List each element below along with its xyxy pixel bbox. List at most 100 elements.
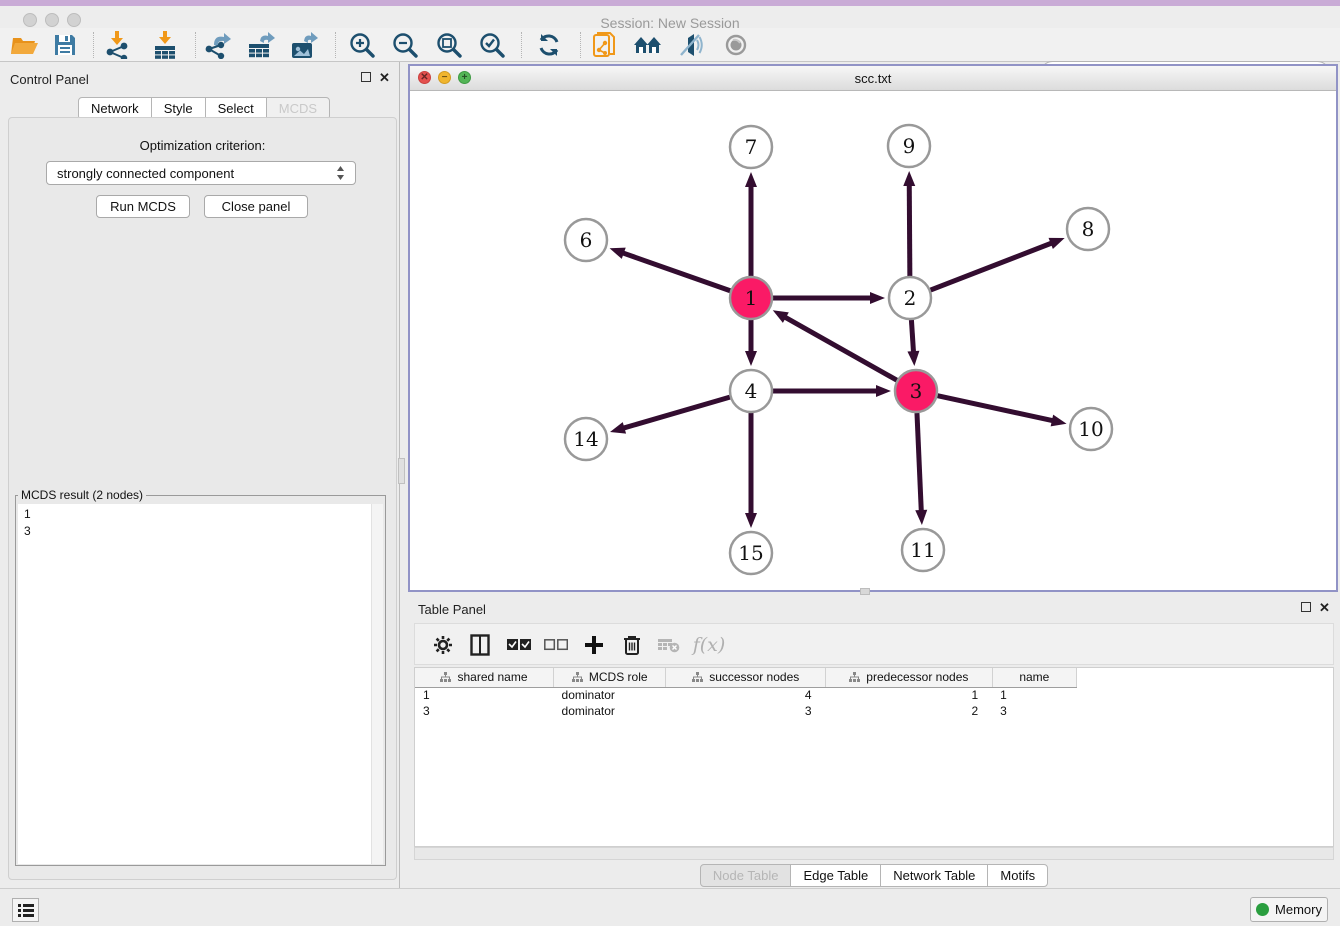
panel-splitter-handle[interactable] [398, 458, 405, 484]
table-hscrollbar[interactable] [414, 847, 1334, 860]
export-network-button[interactable] [201, 30, 235, 60]
import-table-button[interactable] [148, 30, 182, 60]
table-cell[interactable]: 3 [666, 703, 826, 719]
table-cell[interactable]: 4 [666, 687, 826, 703]
edge-2-8[interactable] [931, 242, 1055, 290]
import-network-icon [105, 31, 131, 59]
node-2[interactable]: 2 [889, 277, 931, 319]
delete-table-button[interactable] [653, 629, 685, 661]
apply-layout-button[interactable] [532, 30, 566, 60]
edge-3-11[interactable] [917, 413, 921, 514]
edge-2-9[interactable] [909, 182, 910, 276]
column-header-shared-name[interactable]: shared name [415, 668, 554, 687]
edge-arrowhead [903, 171, 915, 186]
table-cell[interactable]: 1 [826, 687, 993, 703]
node-table[interactable]: shared nameMCDS rolesuccessor nodesprede… [414, 667, 1334, 847]
export-table-button[interactable] [245, 30, 279, 60]
zoom-out-icon [392, 32, 418, 58]
node-1[interactable]: 1 [730, 277, 772, 319]
column-header-MCDS-role[interactable]: MCDS role [554, 668, 666, 687]
unselect-all-columns-icon [544, 639, 568, 651]
show-columns-button[interactable] [464, 629, 496, 661]
memory-button[interactable]: Memory [1250, 897, 1328, 922]
table-cell[interactable]: 1 [992, 687, 1076, 703]
node-8[interactable]: 8 [1067, 208, 1109, 250]
column-header-name[interactable]: name [992, 668, 1076, 687]
network-window-titlebar[interactable]: ✕ − + scc.txt [410, 66, 1336, 91]
import-network-button[interactable] [101, 30, 135, 60]
run-mcds-button[interactable]: Run MCDS [96, 195, 190, 218]
function-builder-button[interactable]: f(x) [687, 629, 731, 661]
clone-network-button[interactable] [588, 30, 622, 60]
unselect-all-columns-button[interactable] [540, 629, 572, 661]
task-list-icon [18, 903, 34, 917]
network-canvas[interactable]: 7 9 6 8 1 2 4 3 14 10 15 11 [410, 91, 1336, 590]
table-tabs: Node TableEdge TableNetwork TableMotifs [408, 864, 1340, 887]
mcds-result-list[interactable]: 1 3 [18, 504, 371, 864]
node-6[interactable]: 6 [565, 219, 607, 261]
table-cell[interactable]: dominator [554, 687, 666, 703]
edge-1-6[interactable] [620, 252, 730, 291]
table-row[interactable]: 3dominator323 [415, 703, 1077, 719]
edge-3-10[interactable] [937, 396, 1055, 422]
birdseye-button[interactable] [719, 30, 753, 60]
status-bar: Memory [0, 888, 1340, 926]
hide-details-button[interactable] [674, 30, 708, 60]
node-3[interactable]: 3 [895, 370, 937, 412]
table-options-gear-button[interactable] [427, 629, 459, 661]
add-column-button[interactable] [578, 629, 610, 661]
zoom-selected-button[interactable] [475, 30, 509, 60]
edge-3-1[interactable] [782, 316, 896, 381]
node-label: 11 [910, 538, 935, 562]
column-header-predecessor-nodes[interactable]: predecessor nodes [826, 668, 993, 687]
toolbar-separator [335, 32, 336, 58]
edge-arrowhead [1051, 415, 1067, 427]
delete-column-button[interactable] [616, 629, 648, 661]
table-row[interactable]: 1dominator411 [415, 687, 1077, 703]
node-10[interactable]: 10 [1070, 408, 1112, 450]
close-panel-icon[interactable]: ✕ [379, 70, 390, 86]
tab-network-table[interactable]: Network Table [880, 864, 988, 887]
table-toolbar: f(x) [414, 623, 1334, 665]
edge-2-3[interactable] [911, 320, 913, 355]
task-history-button[interactable] [12, 898, 39, 922]
tab-motifs[interactable]: Motifs [987, 864, 1048, 887]
zoom-in-button[interactable] [345, 30, 379, 60]
table-cell[interactable]: 3 [415, 703, 554, 719]
network-table-splitter-handle[interactable] [860, 588, 870, 595]
float-table-panel-icon[interactable] [1301, 600, 1311, 615]
float-panel-icon[interactable] [361, 70, 371, 85]
criterion-dropdown[interactable]: strongly connected component [46, 161, 356, 185]
home-button[interactable] [631, 30, 665, 60]
save-session-button[interactable] [48, 30, 82, 60]
edge-arrowhead [745, 172, 757, 187]
select-all-columns-button[interactable] [503, 629, 535, 661]
zoom-out-button[interactable] [388, 30, 422, 60]
tab-edge-table[interactable]: Edge Table [790, 864, 881, 887]
node-4[interactable]: 4 [730, 370, 772, 412]
export-image-button[interactable] [288, 30, 322, 60]
table-cell[interactable]: dominator [554, 703, 666, 719]
zoom-fit-button[interactable] [432, 30, 466, 60]
node-label: 2 [904, 286, 917, 310]
edge-arrowhead [1049, 238, 1065, 249]
node-label: 3 [910, 379, 923, 403]
node-9[interactable]: 9 [888, 125, 930, 167]
node-label: 8 [1082, 217, 1095, 241]
node-7[interactable]: 7 [730, 126, 772, 168]
table-cell[interactable]: 1 [415, 687, 554, 703]
edge-4-14[interactable] [621, 397, 730, 429]
table-cell[interactable]: 3 [992, 703, 1076, 719]
network-graph[interactable]: 7 9 6 8 1 2 4 3 14 10 15 11 [410, 91, 1336, 590]
close-table-panel-icon[interactable]: ✕ [1319, 600, 1330, 616]
open-session-button[interactable] [8, 30, 42, 60]
table-cell[interactable]: 2 [826, 703, 993, 719]
node-15[interactable]: 15 [730, 532, 772, 574]
column-header-successor-nodes[interactable]: successor nodes [666, 668, 826, 687]
close-panel-button[interactable]: Close panel [204, 195, 308, 218]
node-11[interactable]: 11 [902, 529, 944, 571]
node-label: 10 [1078, 417, 1103, 441]
node-14[interactable]: 14 [565, 418, 607, 460]
result-scrollbar[interactable] [371, 504, 383, 864]
tab-node-table[interactable]: Node Table [700, 864, 792, 887]
